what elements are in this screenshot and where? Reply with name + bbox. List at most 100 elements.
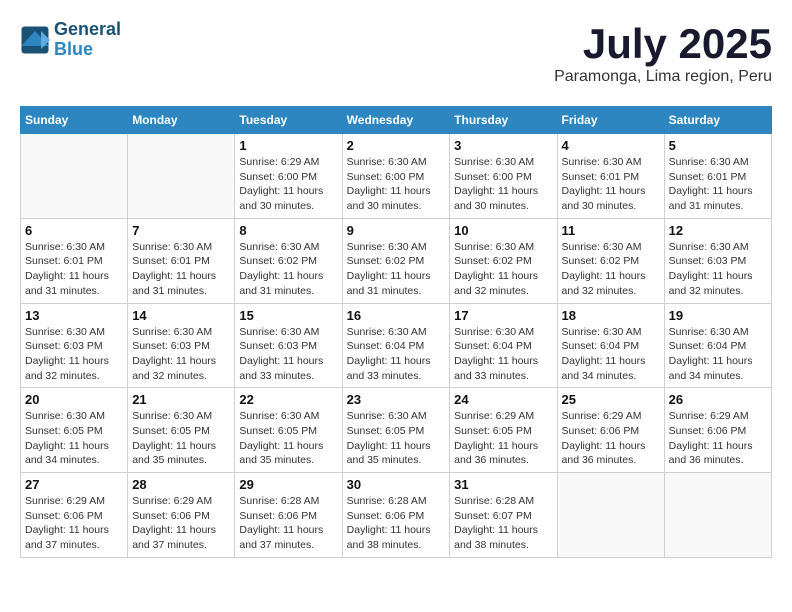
logo: General Blue	[20, 20, 121, 60]
calendar-cell: 31 Sunrise: 6:28 AM Sunset: 6:07 PM Dayli…	[450, 473, 557, 558]
calendar-cell	[128, 134, 235, 219]
day-info: Sunrise: 6:30 AM Sunset: 6:05 PM Dayligh…	[132, 409, 230, 468]
day-number: 28	[132, 477, 230, 492]
calendar-cell	[664, 473, 771, 558]
calendar-cell: 3 Sunrise: 6:30 AM Sunset: 6:00 PM Daylig…	[450, 134, 557, 219]
day-info: Sunrise: 6:30 AM Sunset: 6:05 PM Dayligh…	[239, 409, 337, 468]
day-info: Sunrise: 6:29 AM Sunset: 6:06 PM Dayligh…	[562, 409, 660, 468]
col-header-sunday: Sunday	[21, 107, 128, 134]
day-info: Sunrise: 6:30 AM Sunset: 6:04 PM Dayligh…	[347, 325, 446, 384]
col-header-monday: Monday	[128, 107, 235, 134]
day-number: 27	[25, 477, 123, 492]
day-number: 14	[132, 308, 230, 323]
calendar-cell: 26Sunrise: 6:29 AM Sunset: 6:06 PM Dayli…	[664, 388, 771, 473]
day-info: Sunrise: 6:30 AM Sunset: 6:01 PM Dayligh…	[562, 155, 660, 214]
calendar-cell: 19 Sunrise: 6:30 AM Sunset: 6:04 PM Dayli…	[664, 303, 771, 388]
day-info: Sunrise: 6:30 AM Sunset: 6:04 PM Dayligh…	[669, 325, 767, 384]
calendar-cell	[21, 134, 128, 219]
calendar-cell: 14 Sunrise: 6:30 AM Sunset: 6:03 PM Dayli…	[128, 303, 235, 388]
calendar-cell: 6 Sunrise: 6:30 AM Sunset: 6:01 PM Daylig…	[21, 218, 128, 303]
calendar-cell: 5 Sunrise: 6:30 AM Sunset: 6:01 PM Daylig…	[664, 134, 771, 219]
day-info: Sunrise: 6:29 AM Sunset: 6:06 PM Dayligh…	[25, 494, 123, 553]
col-header-saturday: Saturday	[664, 107, 771, 134]
calendar-cell: 9 Sunrise: 6:30 AM Sunset: 6:02 PM Daylig…	[342, 218, 450, 303]
calendar-cell: 18 Sunrise: 6:30 AM Sunset: 6:04 PM Dayli…	[557, 303, 664, 388]
calendar-cell: 21Sunrise: 6:30 AM Sunset: 6:05 PM Dayli…	[128, 388, 235, 473]
calendar-cell: 23 Sunrise: 6:30 AM Sunset: 6:05 PM Dayli…	[342, 388, 450, 473]
day-info: Sunrise: 6:29 AM Sunset: 6:00 PM Dayligh…	[239, 155, 337, 214]
calendar-cell: 24 Sunrise: 6:29 AM Sunset: 6:05 PM Dayli…	[450, 388, 557, 473]
day-number: 9	[347, 223, 446, 238]
col-header-tuesday: Tuesday	[235, 107, 342, 134]
day-number: 6	[25, 223, 123, 238]
calendar-cell	[557, 473, 664, 558]
day-info: Sunrise: 6:30 AM Sunset: 6:03 PM Dayligh…	[669, 240, 767, 299]
day-info: Sunrise: 6:30 AM Sunset: 6:05 PM Dayligh…	[25, 409, 123, 468]
calendar-cell: 2 Sunrise: 6:30 AM Sunset: 6:00 PM Daylig…	[342, 134, 450, 219]
day-number: 1	[239, 138, 337, 153]
day-number: 3	[454, 138, 552, 153]
calendar-cell: 4 Sunrise: 6:30 AM Sunset: 6:01 PM Daylig…	[557, 134, 664, 219]
calendar-cell: 20 Sunrise: 6:30 AM Sunset: 6:05 PM Dayli…	[21, 388, 128, 473]
day-number: 18	[562, 308, 660, 323]
calendar-cell: 22 Sunrise: 6:30 AM Sunset: 6:05 PM Dayli…	[235, 388, 342, 473]
col-header-friday: Friday	[557, 107, 664, 134]
day-number: 20	[25, 392, 123, 407]
day-info: Sunrise: 6:28 AM Sunset: 6:07 PM Dayligh…	[454, 494, 552, 553]
col-header-wednesday: Wednesday	[342, 107, 450, 134]
day-number: 31	[454, 477, 552, 492]
day-info: Sunrise: 6:30 AM Sunset: 6:04 PM Dayligh…	[562, 325, 660, 384]
day-number: 16	[347, 308, 446, 323]
calendar: SundayMondayTuesdayWednesdayThursdayFrid…	[20, 106, 772, 558]
calendar-cell: 10 Sunrise: 6:30 AM Sunset: 6:02 PM Dayli…	[450, 218, 557, 303]
day-number: 19	[669, 308, 767, 323]
day-info: Sunrise: 6:30 AM Sunset: 6:01 PM Dayligh…	[132, 240, 230, 299]
month-title: July 2025	[554, 20, 772, 68]
day-number: 5	[669, 138, 767, 153]
calendar-cell: 1 Sunrise: 6:29 AM Sunset: 6:00 PM Daylig…	[235, 134, 342, 219]
day-number: 10	[454, 223, 552, 238]
day-number: 4	[562, 138, 660, 153]
title-section: July 2025 Paramonga, Lima region, Peru	[554, 20, 772, 86]
calendar-cell: 16 Sunrise: 6:30 AM Sunset: 6:04 PM Dayli…	[342, 303, 450, 388]
day-info: Sunrise: 6:28 AM Sunset: 6:06 PM Dayligh…	[347, 494, 446, 553]
day-info: Sunrise: 6:30 AM Sunset: 6:03 PM Dayligh…	[239, 325, 337, 384]
day-info: Sunrise: 6:30 AM Sunset: 6:03 PM Dayligh…	[25, 325, 123, 384]
day-number: 24	[454, 392, 552, 407]
day-info: Sunrise: 6:30 AM Sunset: 6:00 PM Dayligh…	[454, 155, 552, 214]
day-info: Sunrise: 6:30 AM Sunset: 6:02 PM Dayligh…	[454, 240, 552, 299]
day-info: Sunrise: 6:29 AM Sunset: 6:06 PM Dayligh…	[132, 494, 230, 553]
logo-line1: General	[54, 20, 121, 40]
day-info: Sunrise: 6:30 AM Sunset: 6:02 PM Dayligh…	[562, 240, 660, 299]
day-number: 12	[669, 223, 767, 238]
logo-line2: Blue	[54, 40, 121, 60]
day-info: Sunrise: 6:30 AM Sunset: 6:04 PM Dayligh…	[454, 325, 552, 384]
day-info: Sunrise: 6:30 AM Sunset: 6:02 PM Dayligh…	[347, 240, 446, 299]
location-title: Paramonga, Lima region, Peru	[554, 68, 772, 86]
day-number: 29	[239, 477, 337, 492]
day-number: 11	[562, 223, 660, 238]
day-info: Sunrise: 6:30 AM Sunset: 6:01 PM Dayligh…	[25, 240, 123, 299]
calendar-cell: 13 Sunrise: 6:30 AM Sunset: 6:03 PM Dayli…	[21, 303, 128, 388]
calendar-cell: 7 Sunrise: 6:30 AM Sunset: 6:01 PM Daylig…	[128, 218, 235, 303]
day-number: 7	[132, 223, 230, 238]
col-header-thursday: Thursday	[450, 107, 557, 134]
calendar-cell: 30Sunrise: 6:28 AM Sunset: 6:06 PM Dayli…	[342, 473, 450, 558]
day-info: Sunrise: 6:30 AM Sunset: 6:05 PM Dayligh…	[347, 409, 446, 468]
day-info: Sunrise: 6:30 AM Sunset: 6:01 PM Dayligh…	[669, 155, 767, 214]
day-info: Sunrise: 6:30 AM Sunset: 6:02 PM Dayligh…	[239, 240, 337, 299]
day-info: Sunrise: 6:29 AM Sunset: 6:05 PM Dayligh…	[454, 409, 552, 468]
day-number: 17	[454, 308, 552, 323]
day-info: Sunrise: 6:30 AM Sunset: 6:00 PM Dayligh…	[347, 155, 446, 214]
day-number: 23	[347, 392, 446, 407]
day-number: 2	[347, 138, 446, 153]
day-info: Sunrise: 6:28 AM Sunset: 6:06 PM Dayligh…	[239, 494, 337, 553]
calendar-cell: 17 Sunrise: 6:30 AM Sunset: 6:04 PM Dayli…	[450, 303, 557, 388]
day-info: Sunrise: 6:30 AM Sunset: 6:03 PM Dayligh…	[132, 325, 230, 384]
day-number: 15	[239, 308, 337, 323]
day-number: 8	[239, 223, 337, 238]
calendar-cell: 11 Sunrise: 6:30 AM Sunset: 6:02 PM Dayli…	[557, 218, 664, 303]
day-number: 22	[239, 392, 337, 407]
day-number: 13	[25, 308, 123, 323]
calendar-cell: 27 Sunrise: 6:29 AM Sunset: 6:06 PM Dayli…	[21, 473, 128, 558]
